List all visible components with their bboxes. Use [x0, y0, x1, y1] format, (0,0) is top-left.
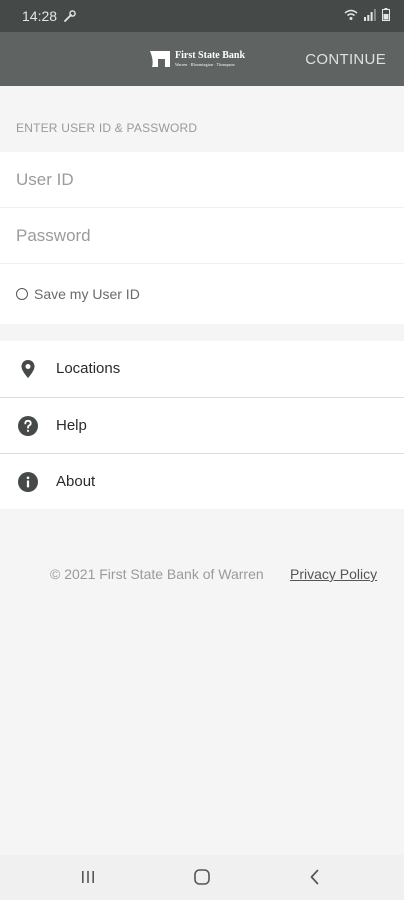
navigation-bar	[0, 855, 404, 900]
home-icon[interactable]	[192, 867, 212, 887]
login-card: Save my User ID	[0, 152, 404, 324]
bank-logo-icon	[150, 51, 170, 67]
save-user-id-radio[interactable]	[16, 288, 28, 300]
app-bar: First State Bank Warren · Bloomington · …	[0, 32, 404, 86]
logo-name: First State Bank	[175, 50, 245, 61]
bank-logo-text: First State Bank Warren · Bloomington · …	[175, 51, 245, 67]
save-user-id-label: Save my User ID	[34, 286, 140, 302]
login-section-label: ENTER USER ID & PASSWORD	[16, 121, 198, 135]
menu-item-locations[interactable]: Locations	[0, 341, 404, 397]
menu-list: Locations Help About	[0, 341, 404, 509]
recent-apps-icon[interactable]	[78, 867, 98, 887]
copyright-text: © 2021 First State Bank of Warren	[50, 566, 264, 582]
back-icon[interactable]	[305, 867, 325, 887]
menu-item-about[interactable]: About	[0, 453, 404, 509]
privacy-policy-link[interactable]: Privacy Policy	[290, 566, 377, 582]
menu-label-help: Help	[56, 417, 87, 434]
signal-icon	[364, 8, 376, 21]
menu-item-help[interactable]: Help	[0, 397, 404, 453]
location-pin-icon	[21, 360, 35, 378]
status-time: 14:28	[22, 8, 58, 24]
user-id-input[interactable]	[0, 152, 404, 208]
continue-button[interactable]: CONTINUE	[305, 51, 386, 68]
battery-icon	[382, 8, 390, 21]
info-icon	[18, 472, 38, 492]
bank-logo: First State Bank Warren · Bloomington · …	[148, 45, 252, 73]
wifi-icon	[344, 9, 358, 20]
status-icons	[344, 8, 390, 21]
menu-label-about: About	[56, 473, 96, 490]
password-input[interactable]	[0, 208, 404, 264]
menu-label-locations: Locations	[56, 360, 121, 377]
logo-tagline: Warren · Bloomington · Thompson	[175, 62, 235, 67]
save-user-id-toggle[interactable]: Save my User ID	[16, 286, 140, 302]
status-bar: 14:28	[0, 0, 404, 32]
help-icon	[18, 416, 38, 436]
wrench-icon	[64, 10, 76, 22]
